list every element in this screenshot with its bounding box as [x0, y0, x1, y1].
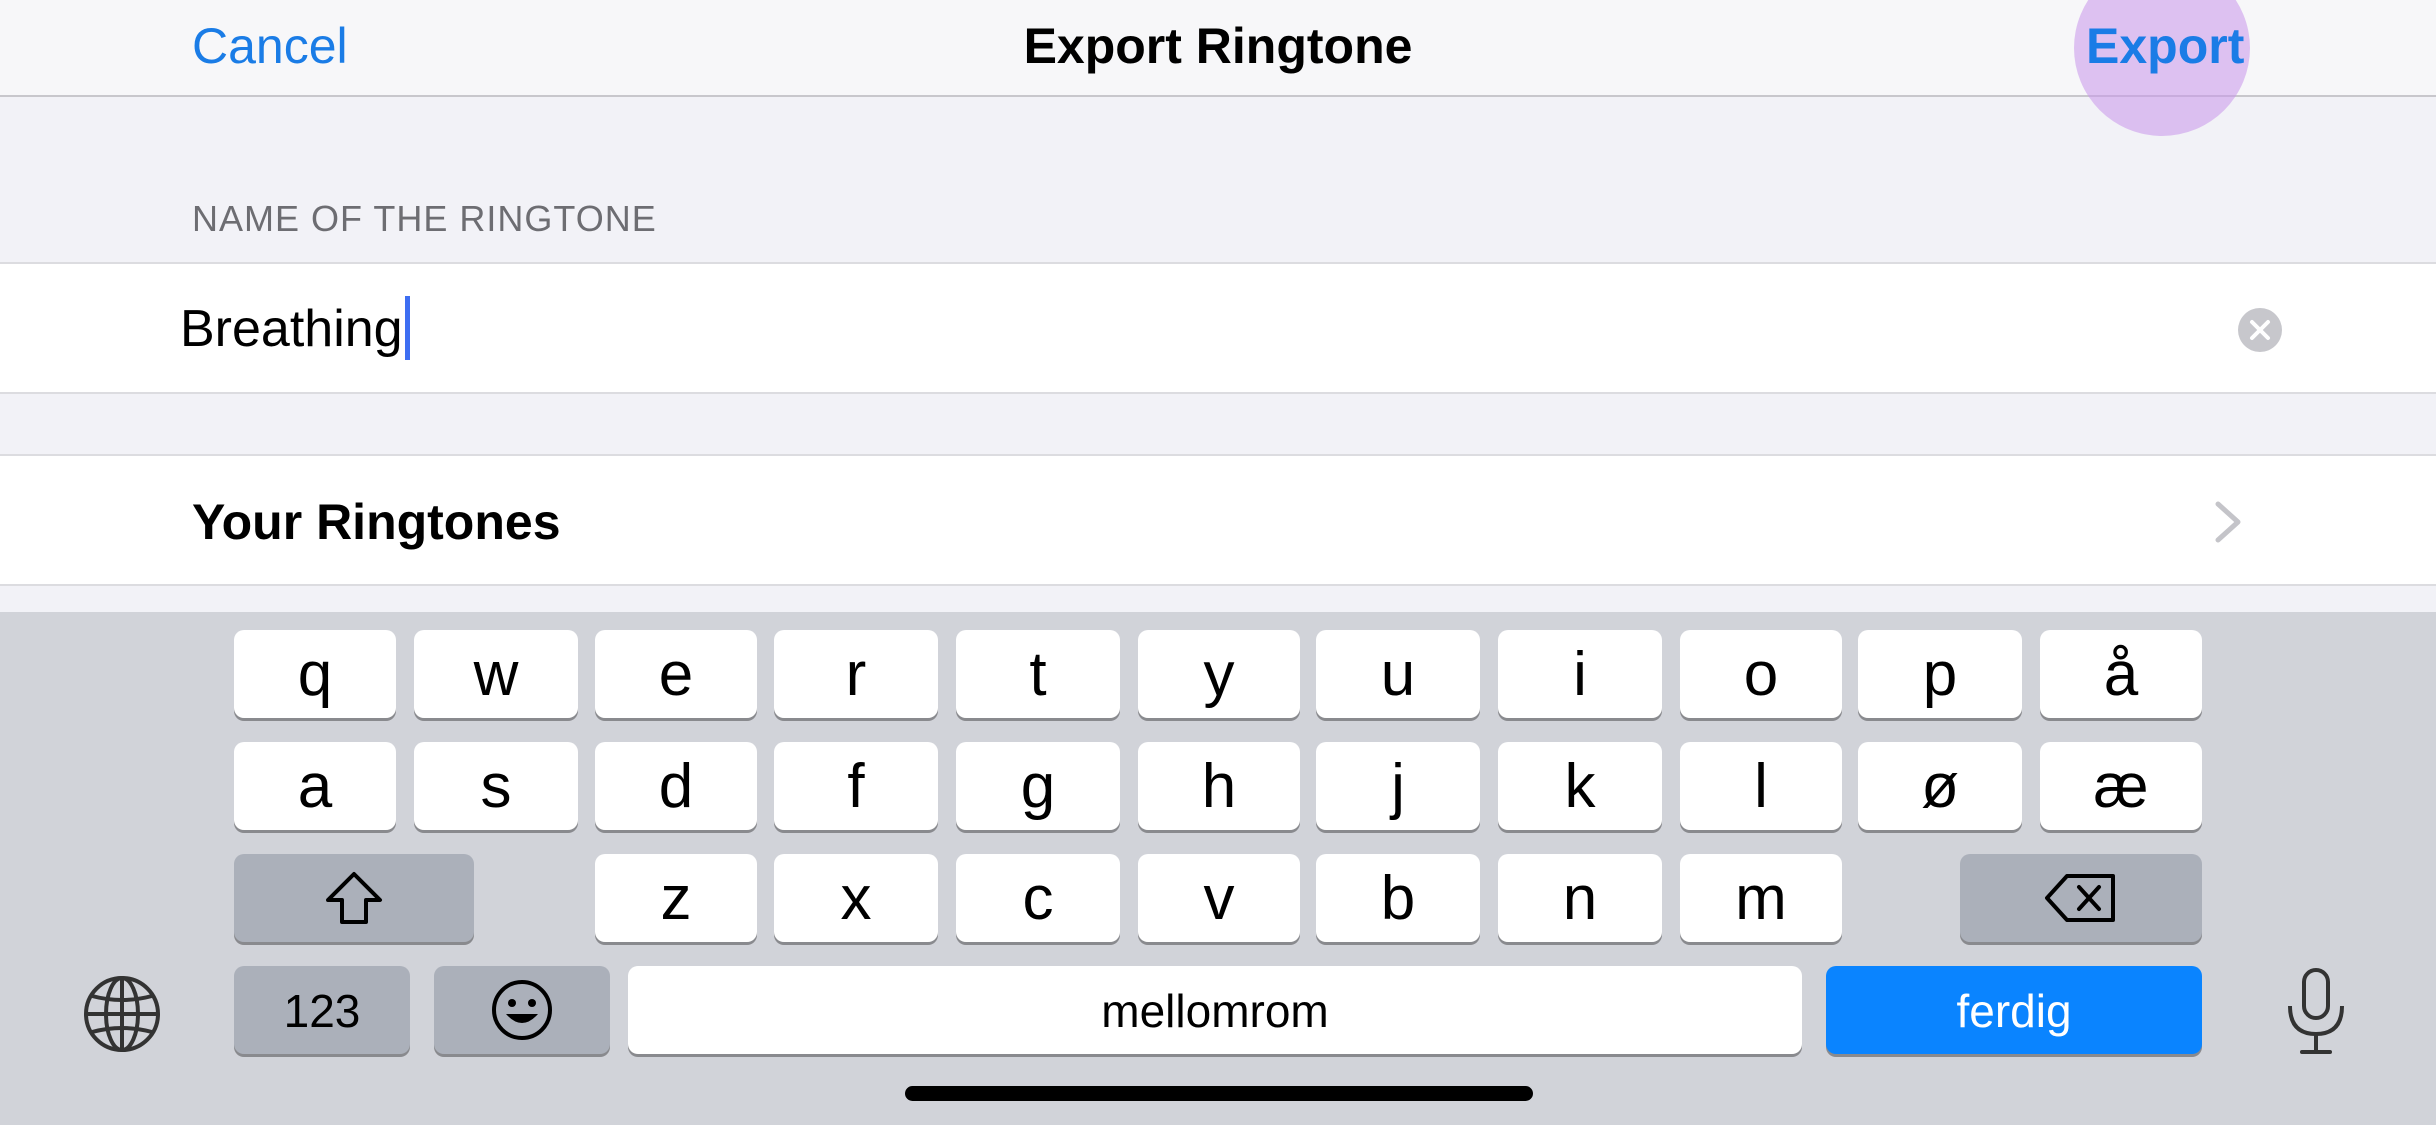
key-k[interactable]: k: [1498, 742, 1662, 830]
key-m[interactable]: m: [1680, 854, 1842, 942]
backspace-key[interactable]: [1960, 854, 2202, 942]
your-ringtones-row[interactable]: Your Ringtones: [0, 454, 2436, 586]
microphone-icon[interactable]: [2280, 966, 2352, 1058]
key-n[interactable]: n: [1498, 854, 1662, 942]
shift-icon: [326, 872, 382, 924]
key-b[interactable]: b: [1316, 854, 1480, 942]
key-h[interactable]: h: [1138, 742, 1300, 830]
key-w[interactable]: w: [414, 630, 578, 718]
done-key[interactable]: ferdig: [1826, 966, 2202, 1054]
key-g[interactable]: g: [956, 742, 1120, 830]
key-d[interactable]: d: [595, 742, 757, 830]
key-f[interactable]: f: [774, 742, 938, 830]
key-x[interactable]: x: [774, 854, 938, 942]
text-caret: [404, 296, 410, 361]
key-z[interactable]: z: [595, 854, 757, 942]
shift-key[interactable]: [234, 854, 474, 942]
key-a[interactable]: a: [234, 742, 396, 830]
key-t[interactable]: t: [956, 630, 1120, 718]
clear-icon[interactable]: [2238, 308, 2282, 352]
key-c[interactable]: c: [956, 854, 1120, 942]
key-o[interactable]: o: [1680, 630, 1842, 718]
ringtone-name-value: Breathing: [180, 300, 403, 358]
key-r[interactable]: r: [774, 630, 938, 718]
key-u[interactable]: u: [1316, 630, 1480, 718]
export-button[interactable]: Export: [2086, 18, 2244, 74]
globe-icon[interactable]: [82, 974, 162, 1054]
ringtone-name-row: Breathing: [0, 262, 2436, 394]
home-indicator[interactable]: [905, 1086, 1533, 1101]
ringtone-name-input[interactable]: Breathing: [180, 296, 410, 364]
key-l[interactable]: l: [1680, 742, 1842, 830]
emoji-icon: [492, 980, 552, 1040]
key-i[interactable]: i: [1498, 630, 1662, 718]
emoji-key[interactable]: [434, 966, 610, 1054]
keyboard: q w e r t y u i o p å a s d f g h j k l …: [0, 612, 2436, 1125]
key-p[interactable]: p: [1858, 630, 2022, 718]
backspace-icon: [2045, 874, 2115, 922]
key-e[interactable]: e: [595, 630, 757, 718]
page-title: Export Ringtone: [1023, 18, 1413, 74]
key-v[interactable]: v: [1138, 854, 1300, 942]
key-o-slash[interactable]: ø: [1858, 742, 2022, 830]
space-key[interactable]: mellomrom: [628, 966, 1802, 1054]
section-header-ringtone-name: NAME OF THE RINGTONE: [192, 198, 657, 239]
key-a-ring[interactable]: å: [2040, 630, 2202, 718]
key-ae[interactable]: æ: [2040, 742, 2202, 830]
key-j[interactable]: j: [1316, 742, 1480, 830]
key-s[interactable]: s: [414, 742, 578, 830]
key-y[interactable]: y: [1138, 630, 1300, 718]
numbers-key[interactable]: 123: [234, 966, 410, 1054]
your-ringtones-label: Your Ringtones: [192, 494, 561, 550]
chevron-right-icon: [2215, 501, 2241, 543]
key-q[interactable]: q: [234, 630, 396, 718]
navigation-bar: Cancel Export Ringtone Export: [0, 0, 2436, 136]
